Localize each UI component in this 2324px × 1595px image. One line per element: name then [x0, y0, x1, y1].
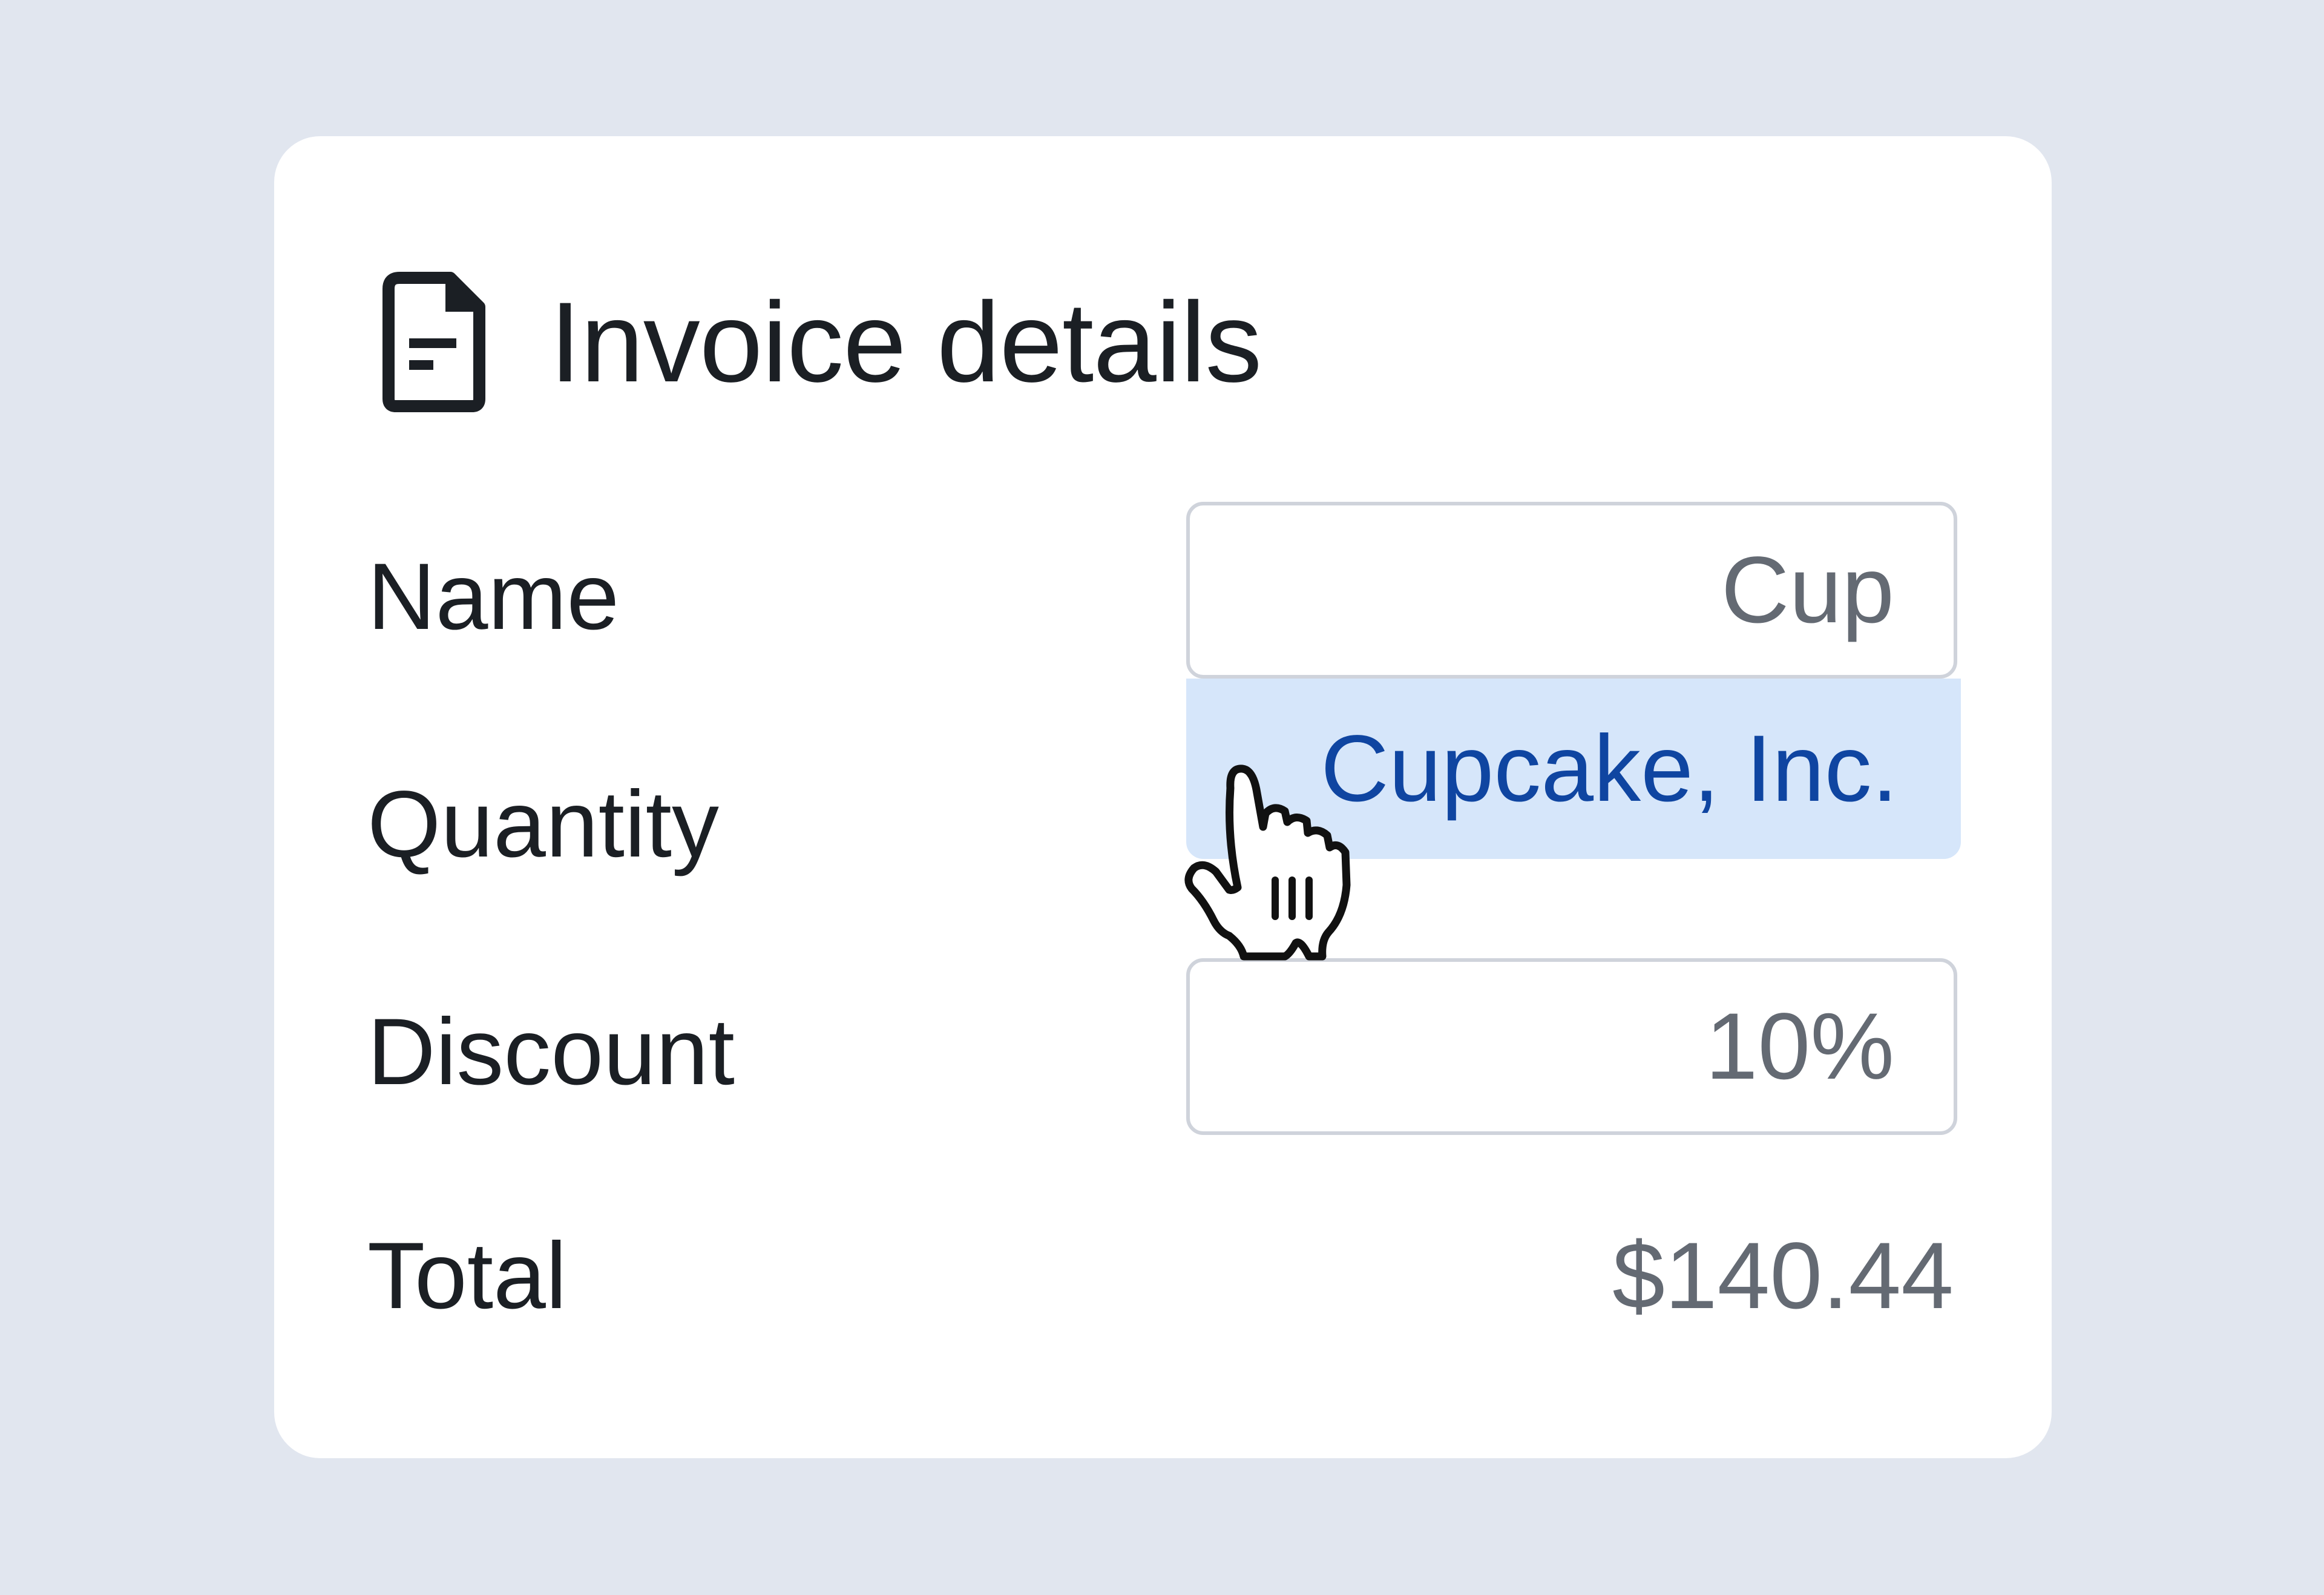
- quantity-label: Quantity: [367, 772, 719, 877]
- total-label: Total: [367, 1223, 567, 1329]
- document-icon: [382, 272, 485, 412]
- name-label: Name: [367, 544, 620, 650]
- discount-label: Discount: [367, 999, 735, 1105]
- discount-field[interactable]: [1186, 958, 1957, 1135]
- name-input[interactable]: [1190, 536, 1894, 645]
- name-field[interactable]: [1186, 502, 1957, 679]
- autocomplete-suggestion[interactable]: Cupcake, Inc.: [1186, 679, 1961, 859]
- discount-input[interactable]: [1190, 992, 1894, 1101]
- page-title: Invoice details: [550, 278, 1262, 406]
- total-value: $140.44: [1612, 1223, 1954, 1329]
- card-header: Invoice details: [382, 269, 1262, 415]
